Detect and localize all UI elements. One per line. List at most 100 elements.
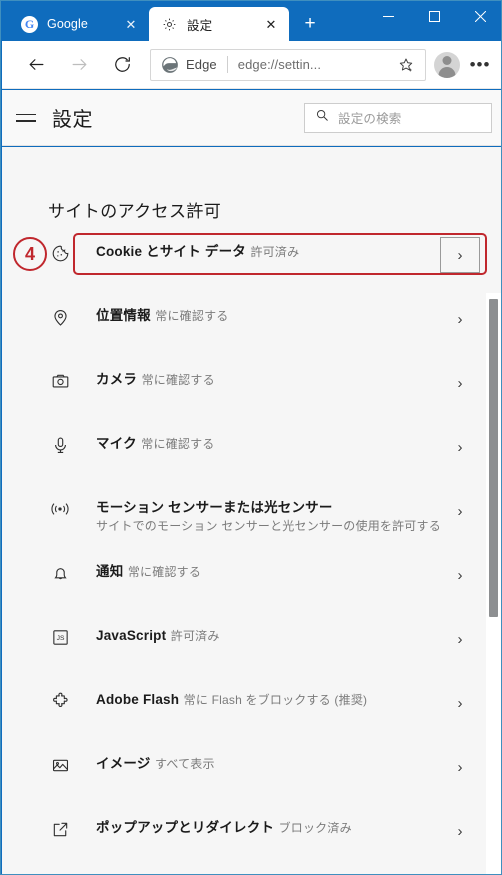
- profile-avatar[interactable]: [434, 51, 460, 78]
- chevron-right-icon[interactable]: ›: [440, 749, 480, 785]
- list-item-label: ポップアップとリダイレクト: [96, 820, 275, 835]
- list-item-label: イメージ: [96, 756, 151, 771]
- list-item-javascript[interactable]: JS JavaScript 許可済み ›: [2, 617, 486, 681]
- list-item-cookies[interactable]: Cookie とサイト データ 許可済み ›: [2, 233, 486, 297]
- list-item-label: カメラ: [96, 372, 138, 387]
- list-item-label: マイク: [96, 436, 137, 451]
- tab-close-button[interactable]: ✕: [259, 12, 283, 36]
- list-item-label: Cookie とサイト データ: [96, 244, 247, 259]
- list-item-sublabel: 許可済み: [170, 629, 220, 643]
- list-item-texts: Cookie とサイト データ 許可済み: [72, 233, 440, 261]
- microphone-icon: [48, 433, 72, 457]
- reload-button[interactable]: [104, 47, 140, 83]
- new-tab-button[interactable]: +: [295, 9, 325, 39]
- chevron-right-icon[interactable]: ›: [440, 621, 480, 657]
- more-options-button[interactable]: •••: [464, 49, 496, 81]
- tab-strip: G Google ✕ 設定 ✕ +: [9, 7, 325, 41]
- tab-settings[interactable]: 設定 ✕: [149, 7, 289, 41]
- list-item-sublabel: 常に Flash をブロックする (推奨): [183, 693, 368, 707]
- edge-logo-icon: [161, 56, 179, 74]
- edge-browser-window: G Google ✕ 設定 ✕ + Edge edge://settin... …: [0, 0, 502, 875]
- tab-title: 設定: [187, 18, 213, 33]
- list-item-texts: ポップアップとリダイレクト ブロック済み: [72, 809, 440, 837]
- page-title: 設定: [52, 109, 93, 131]
- list-item-texts: JavaScript 許可済み: [72, 617, 440, 645]
- tab-title: Google: [47, 17, 88, 31]
- list-item-label: モーション センサーまたは光センサー: [96, 500, 333, 515]
- camera-icon: [48, 369, 72, 393]
- settings-search-box[interactable]: 設定の検索: [304, 102, 492, 133]
- list-item-sublabel: ブロック済み: [278, 821, 352, 835]
- list-item-sublabel: 常に確認する: [141, 437, 215, 451]
- chevron-right-icon[interactable]: ›: [440, 237, 480, 273]
- omnibox-separator: [226, 56, 228, 73]
- tab-close-button[interactable]: ✕: [119, 12, 143, 36]
- list-item-texts: マイク 常に確認する: [72, 425, 440, 453]
- chevron-right-icon[interactable]: ›: [440, 429, 480, 465]
- list-item-texts: 通知 常に確認する: [72, 553, 440, 581]
- tab-google[interactable]: G Google ✕: [9, 7, 149, 41]
- close-button[interactable]: [457, 1, 501, 31]
- cookie-icon: [48, 241, 72, 265]
- list-item-sublabel: 常に確認する: [127, 565, 202, 579]
- list-item-texts: 位置情報 常に確認する: [72, 297, 440, 325]
- scrollbar-thumb[interactable]: [489, 299, 498, 617]
- content-scrollbar[interactable]: [486, 293, 501, 874]
- omnibox-brand-label: Edge: [186, 57, 217, 72]
- list-item-motion-sensor[interactable]: モーション センサーまたは光センサー サイトでのモーション センサーと光センサー…: [2, 489, 486, 553]
- list-item-notifications[interactable]: 通知 常に確認する ›: [2, 553, 486, 617]
- annotation-step-number: 4: [13, 237, 47, 271]
- list-item-label: 位置情報: [96, 308, 151, 323]
- window-controls: [365, 1, 501, 31]
- avatar-head: [442, 55, 452, 65]
- list-item-microphone[interactable]: マイク 常に確認する ›: [2, 425, 486, 489]
- svg-text:JS: JS: [56, 635, 64, 642]
- list-item-sublabel: サイトでのモーション センサーと光センサーの使用を許可する: [96, 519, 441, 533]
- chevron-right-icon[interactable]: ›: [440, 365, 480, 401]
- section-title: サイトのアクセス許可: [48, 202, 222, 221]
- back-button[interactable]: [18, 47, 54, 83]
- list-item-location[interactable]: 位置情報 常に確認する ›: [2, 297, 486, 361]
- favorite-star-icon[interactable]: [393, 52, 419, 78]
- list-item-sublabel: 常に確認する: [155, 309, 229, 323]
- chevron-right-icon[interactable]: ›: [440, 493, 480, 529]
- chevron-right-icon[interactable]: ›: [440, 813, 480, 849]
- search-icon: [315, 108, 329, 127]
- hamburger-menu-icon[interactable]: [16, 105, 42, 131]
- chevron-right-icon[interactable]: ›: [440, 301, 480, 337]
- list-item-label: 通知: [96, 564, 124, 579]
- list-item-texts: イメージ すべて表示: [72, 745, 440, 773]
- location-pin-icon: [48, 305, 72, 329]
- chevron-right-icon[interactable]: ›: [440, 557, 480, 593]
- title-bar: G Google ✕ 設定 ✕ +: [1, 1, 501, 41]
- external-link-icon: [48, 817, 72, 841]
- list-item-adobe-flash[interactable]: Adobe Flash 常に Flash をブロックする (推奨) ›: [2, 681, 486, 745]
- settings-content-pane: サイトのアクセス許可 Cookie とサイト データ 許可済み › 位置情報 常…: [2, 147, 501, 874]
- bell-icon: [48, 561, 72, 585]
- browser-toolbar: Edge edge://settin... •••: [2, 41, 501, 89]
- list-item-texts: モーション センサーまたは光センサー サイトでのモーション センサーと光センサー…: [72, 489, 441, 535]
- minimize-button[interactable]: [365, 1, 411, 31]
- avatar-body: [438, 66, 456, 78]
- list-item-label: JavaScript: [96, 628, 167, 643]
- maximize-button[interactable]: [411, 1, 457, 31]
- gear-icon: [161, 16, 178, 33]
- list-item-camera[interactable]: カメラ 常に確認する ›: [2, 361, 486, 425]
- google-g-icon: G: [21, 15, 38, 33]
- forward-button: [61, 47, 97, 83]
- list-item-texts: Adobe Flash 常に Flash をブロックする (推奨): [72, 681, 440, 709]
- address-bar[interactable]: Edge edge://settin...: [150, 48, 426, 81]
- list-item-popups-redirects[interactable]: ポップアップとリダイレクト ブロック済み ›: [2, 809, 486, 873]
- omnibox-url-text[interactable]: edge://settin...: [238, 57, 393, 72]
- puzzle-icon: [48, 689, 72, 713]
- javascript-icon: JS: [48, 625, 72, 649]
- image-icon: [48, 753, 72, 777]
- chevron-right-icon[interactable]: ›: [440, 685, 480, 721]
- settings-header: 設定 設定の検索: [2, 90, 501, 146]
- list-item-label: Adobe Flash: [96, 692, 180, 707]
- list-item-sublabel: すべて表示: [154, 757, 215, 771]
- list-item-images[interactable]: イメージ すべて表示 ›: [2, 745, 486, 809]
- site-permissions-list: Cookie とサイト データ 許可済み › 位置情報 常に確認する › カメラ…: [2, 233, 486, 874]
- motion-sensor-icon: [48, 497, 72, 521]
- list-item-texts: カメラ 常に確認する: [72, 361, 440, 389]
